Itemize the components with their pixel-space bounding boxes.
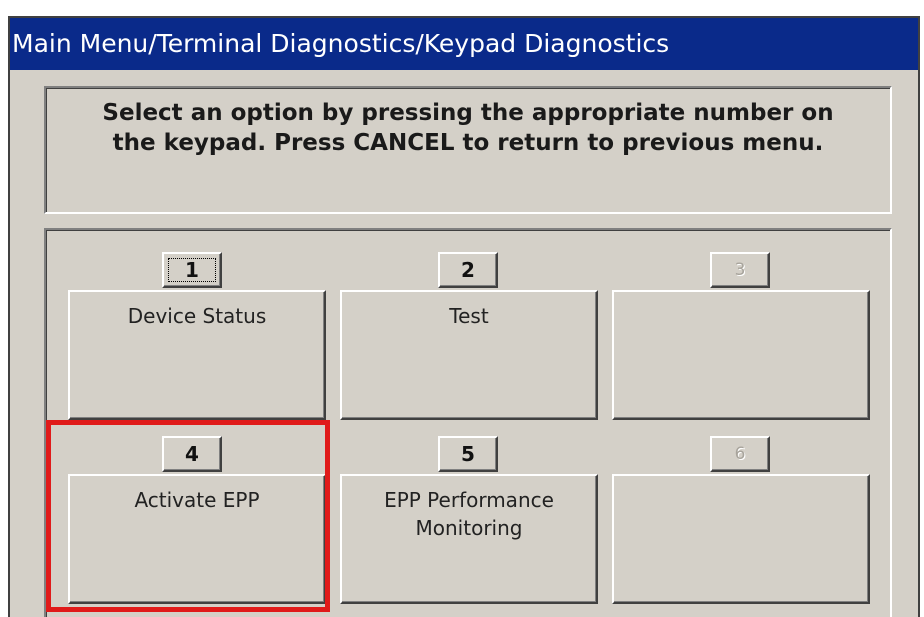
title-bar: Main Menu/Terminal Diagnostics/Keypad Di… xyxy=(10,18,918,70)
keypad-diagnostics-window: Main Menu/Terminal Diagnostics/Keypad Di… xyxy=(8,16,920,617)
option-2-button-test[interactable]: Test xyxy=(340,290,598,420)
option-3-number-button: 3 xyxy=(710,252,770,288)
instructions-text: Select an option by pressing the appropr… xyxy=(102,100,834,156)
option-5-button-epp-performance-monitoring[interactable]: EPP Performance Monitoring xyxy=(340,474,598,604)
options-panel: 1 Device Status 2 Test 3 4 Activate EPP … xyxy=(44,228,892,617)
option-2-number-button[interactable]: 2 xyxy=(438,252,498,288)
option-5-number-button[interactable]: 5 xyxy=(438,436,498,472)
option-1-button-device-status[interactable]: Device Status xyxy=(68,290,326,420)
instructions-panel: Select an option by pressing the appropr… xyxy=(44,86,892,214)
option-4-button-activate-epp[interactable]: Activate EPP xyxy=(68,474,326,604)
option-4-number-button[interactable]: 4 xyxy=(162,436,222,472)
option-3-button-empty xyxy=(612,290,870,420)
window-title: Main Menu/Terminal Diagnostics/Keypad Di… xyxy=(12,29,670,58)
option-6-number-button: 6 xyxy=(710,436,770,472)
option-1-number-button[interactable]: 1 xyxy=(162,252,222,288)
option-6-button-empty xyxy=(612,474,870,604)
